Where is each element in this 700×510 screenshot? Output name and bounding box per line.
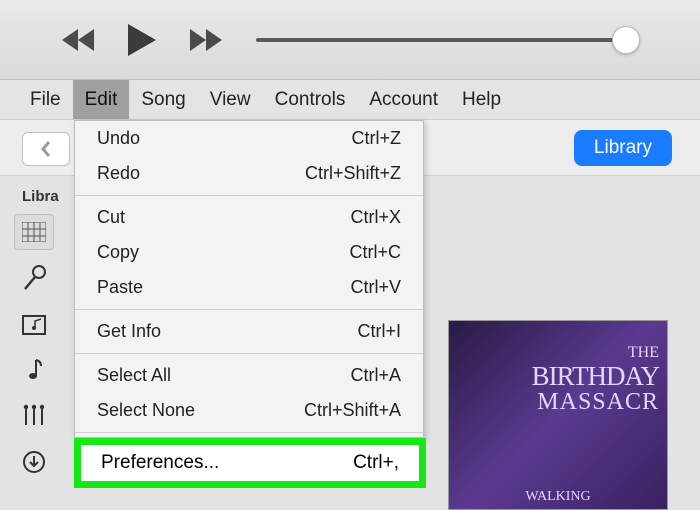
back-button[interactable] <box>22 132 70 166</box>
menu-view[interactable]: View <box>198 80 263 119</box>
music-note-icon <box>24 357 44 383</box>
rewind-icon[interactable] <box>60 27 98 53</box>
grid-icon <box>22 222 46 242</box>
menu-help[interactable]: Help <box>450 80 513 119</box>
play-icon[interactable] <box>126 22 160 58</box>
menu-shortcut: Ctrl+A <box>350 365 401 386</box>
separator <box>75 309 423 310</box>
album-title: THE BIRTHDAY MASSACR <box>532 345 659 415</box>
menu-label: Preferences... <box>101 452 219 474</box>
menu-get-info[interactable]: Get Info Ctrl+I <box>75 314 423 349</box>
menu-label: Redo <box>97 163 140 184</box>
guitar-icon <box>21 403 47 429</box>
edit-menu-dropdown: Undo Ctrl+Z Redo Ctrl+Shift+Z Cut Ctrl+X… <box>74 120 424 438</box>
sidebar <box>14 214 74 480</box>
menu-shortcut: Ctrl+X <box>350 207 401 228</box>
seek-thumb[interactable] <box>612 26 640 54</box>
menu-label: Select All <box>97 365 171 386</box>
menu-label: Copy <box>97 242 139 263</box>
menu-controls[interactable]: Controls <box>263 80 358 119</box>
menu-label: Get Info <box>97 321 161 342</box>
menu-paste[interactable]: Paste Ctrl+V <box>75 270 423 305</box>
forward-icon[interactable] <box>188 27 226 53</box>
album-subtitle: WALKING <box>525 489 590 505</box>
separator <box>75 195 423 196</box>
menu-edit[interactable]: Edit <box>73 80 130 119</box>
menu-label: Paste <box>97 277 143 298</box>
album-art[interactable]: THE BIRTHDAY MASSACR WALKING <box>448 320 668 510</box>
sidebar-downloaded[interactable] <box>14 444 54 480</box>
menu-select-all[interactable]: Select All Ctrl+A <box>75 358 423 393</box>
menu-shortcut: Ctrl+I <box>357 321 401 342</box>
microphone-icon <box>22 265 46 291</box>
sidebar-recently-added[interactable] <box>14 214 54 250</box>
menu-label: Cut <box>97 207 125 228</box>
separator <box>75 353 423 354</box>
menu-bar: File Edit Song View Controls Account Hel… <box>0 80 700 120</box>
album-icon <box>21 312 47 336</box>
menu-shortcut: Ctrl+Shift+Z <box>305 163 401 184</box>
menu-shortcut: Ctrl+C <box>349 242 401 263</box>
chevron-left-icon <box>40 140 52 158</box>
seek-bar[interactable] <box>256 38 640 42</box>
playback-controls <box>60 22 226 58</box>
menu-cut[interactable]: Cut Ctrl+X <box>75 200 423 235</box>
menu-file[interactable]: File <box>18 80 73 119</box>
sidebar-artists[interactable] <box>14 260 54 296</box>
sidebar-genres[interactable] <box>14 398 54 434</box>
library-button[interactable]: Library <box>574 130 672 166</box>
separator <box>75 432 423 433</box>
menu-undo[interactable]: Undo Ctrl+Z <box>75 121 423 156</box>
menu-preferences-highlighted[interactable]: Preferences... Ctrl+, <box>74 438 426 488</box>
menu-select-none[interactable]: Select None Ctrl+Shift+A <box>75 393 423 428</box>
menu-label: Select None <box>97 400 195 421</box>
menu-shortcut: Ctrl+, <box>353 452 399 474</box>
sidebar-songs[interactable] <box>14 352 54 388</box>
menu-copy[interactable]: Copy Ctrl+C <box>75 235 423 270</box>
seek-track <box>256 38 640 42</box>
menu-redo[interactable]: Redo Ctrl+Shift+Z <box>75 156 423 191</box>
sidebar-heading: Libra <box>22 188 59 205</box>
menu-shortcut: Ctrl+V <box>350 277 401 298</box>
sidebar-albums[interactable] <box>14 306 54 342</box>
playback-bar <box>0 0 700 80</box>
menu-label: Undo <box>97 128 140 149</box>
menu-shortcut: Ctrl+Z <box>352 128 402 149</box>
menu-shortcut: Ctrl+Shift+A <box>304 400 401 421</box>
download-icon <box>22 450 46 474</box>
menu-song[interactable]: Song <box>129 80 197 119</box>
menu-account[interactable]: Account <box>357 80 450 119</box>
